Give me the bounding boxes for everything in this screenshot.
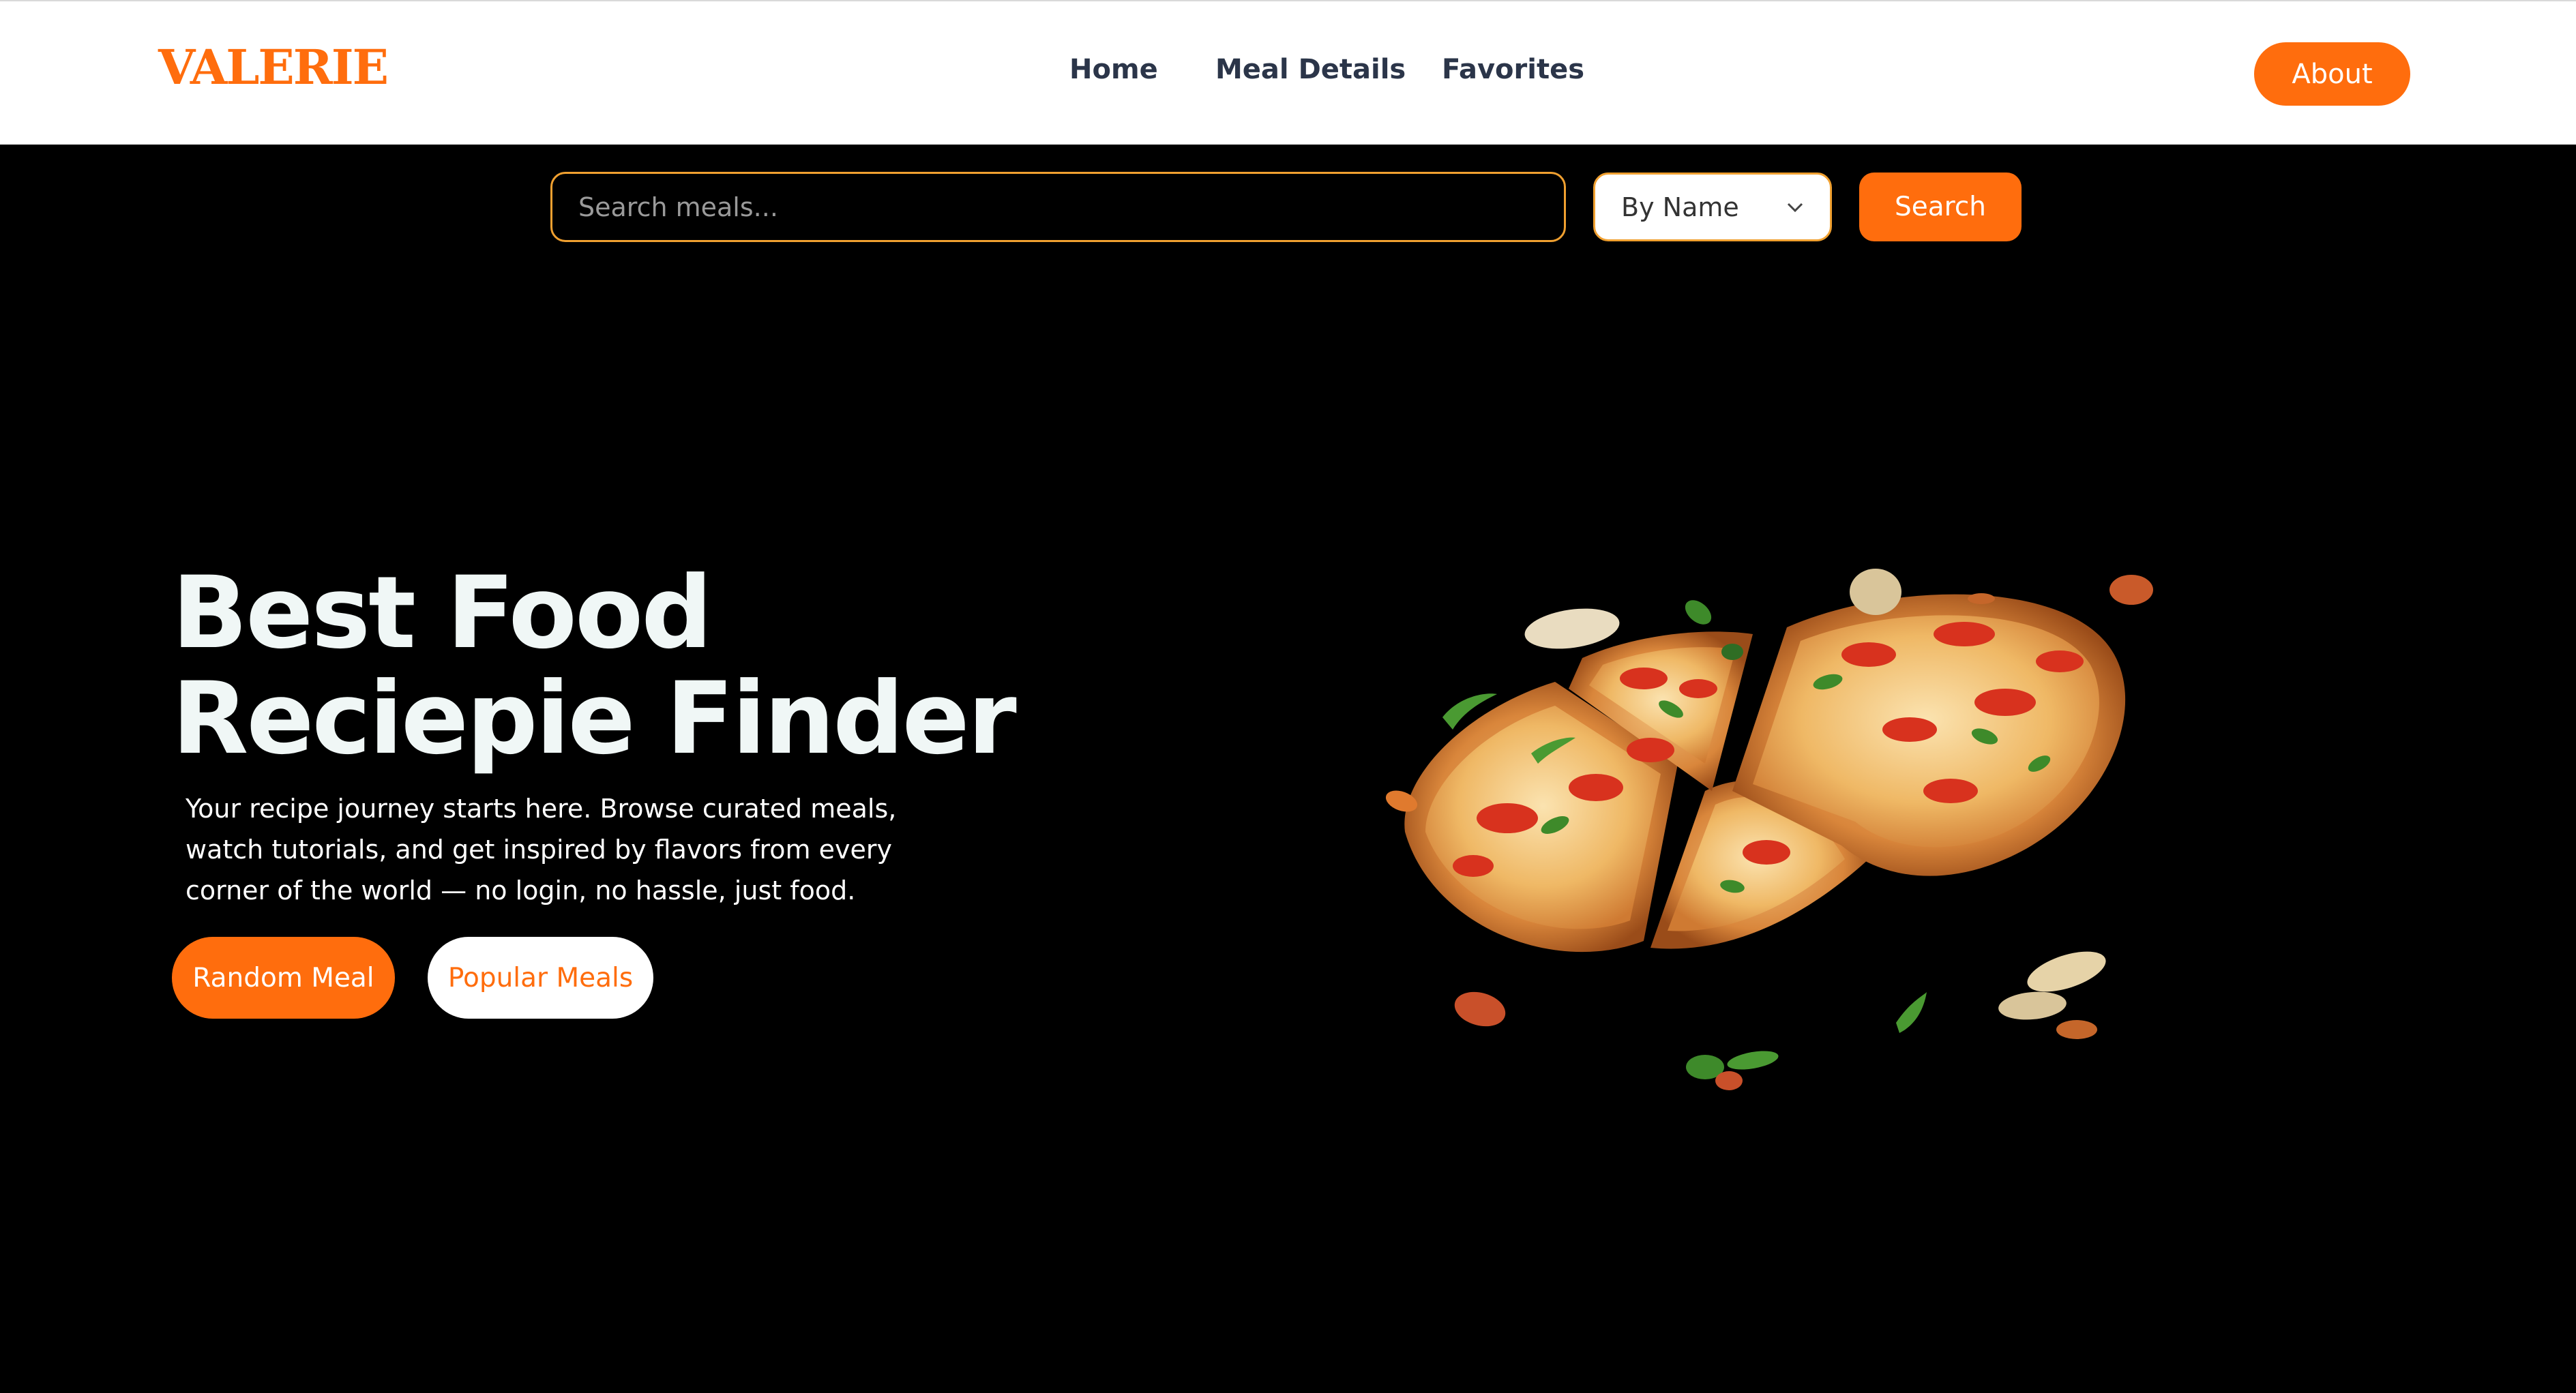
nav-link-home[interactable]: Home — [1069, 56, 1158, 83]
search-filter-value: By Name — [1621, 192, 1739, 222]
search-input[interactable] — [550, 172, 1566, 242]
nav-link-favorites[interactable]: Favorites — [1442, 56, 1584, 83]
nav-link-meal-details[interactable]: Meal Details — [1215, 56, 1406, 83]
hero-description: Your recipe journey starts here. Browse … — [186, 794, 897, 905]
search-filter-select[interactable]: By Name — [1593, 173, 1832, 241]
pizza-image — [1385, 569, 2153, 1090]
site-logo[interactable]: VALERIE — [158, 44, 389, 91]
hero-title-line-1: Best Food — [172, 555, 713, 671]
about-button[interactable]: About — [2254, 42, 2410, 106]
top-navbar: VALERIE Home Meal Details Favorites Abou… — [0, 0, 2576, 145]
hero-title-line-2: Reciepie Finder — [172, 661, 1017, 777]
hero-title: Best Food Reciepie Finder — [172, 560, 1017, 772]
popular-meals-button[interactable]: Popular Meals — [428, 937, 653, 1019]
random-meal-button[interactable]: Random Meal — [172, 937, 395, 1019]
chevron-down-icon — [1787, 203, 1803, 212]
search-button[interactable]: Search — [1859, 173, 2022, 241]
